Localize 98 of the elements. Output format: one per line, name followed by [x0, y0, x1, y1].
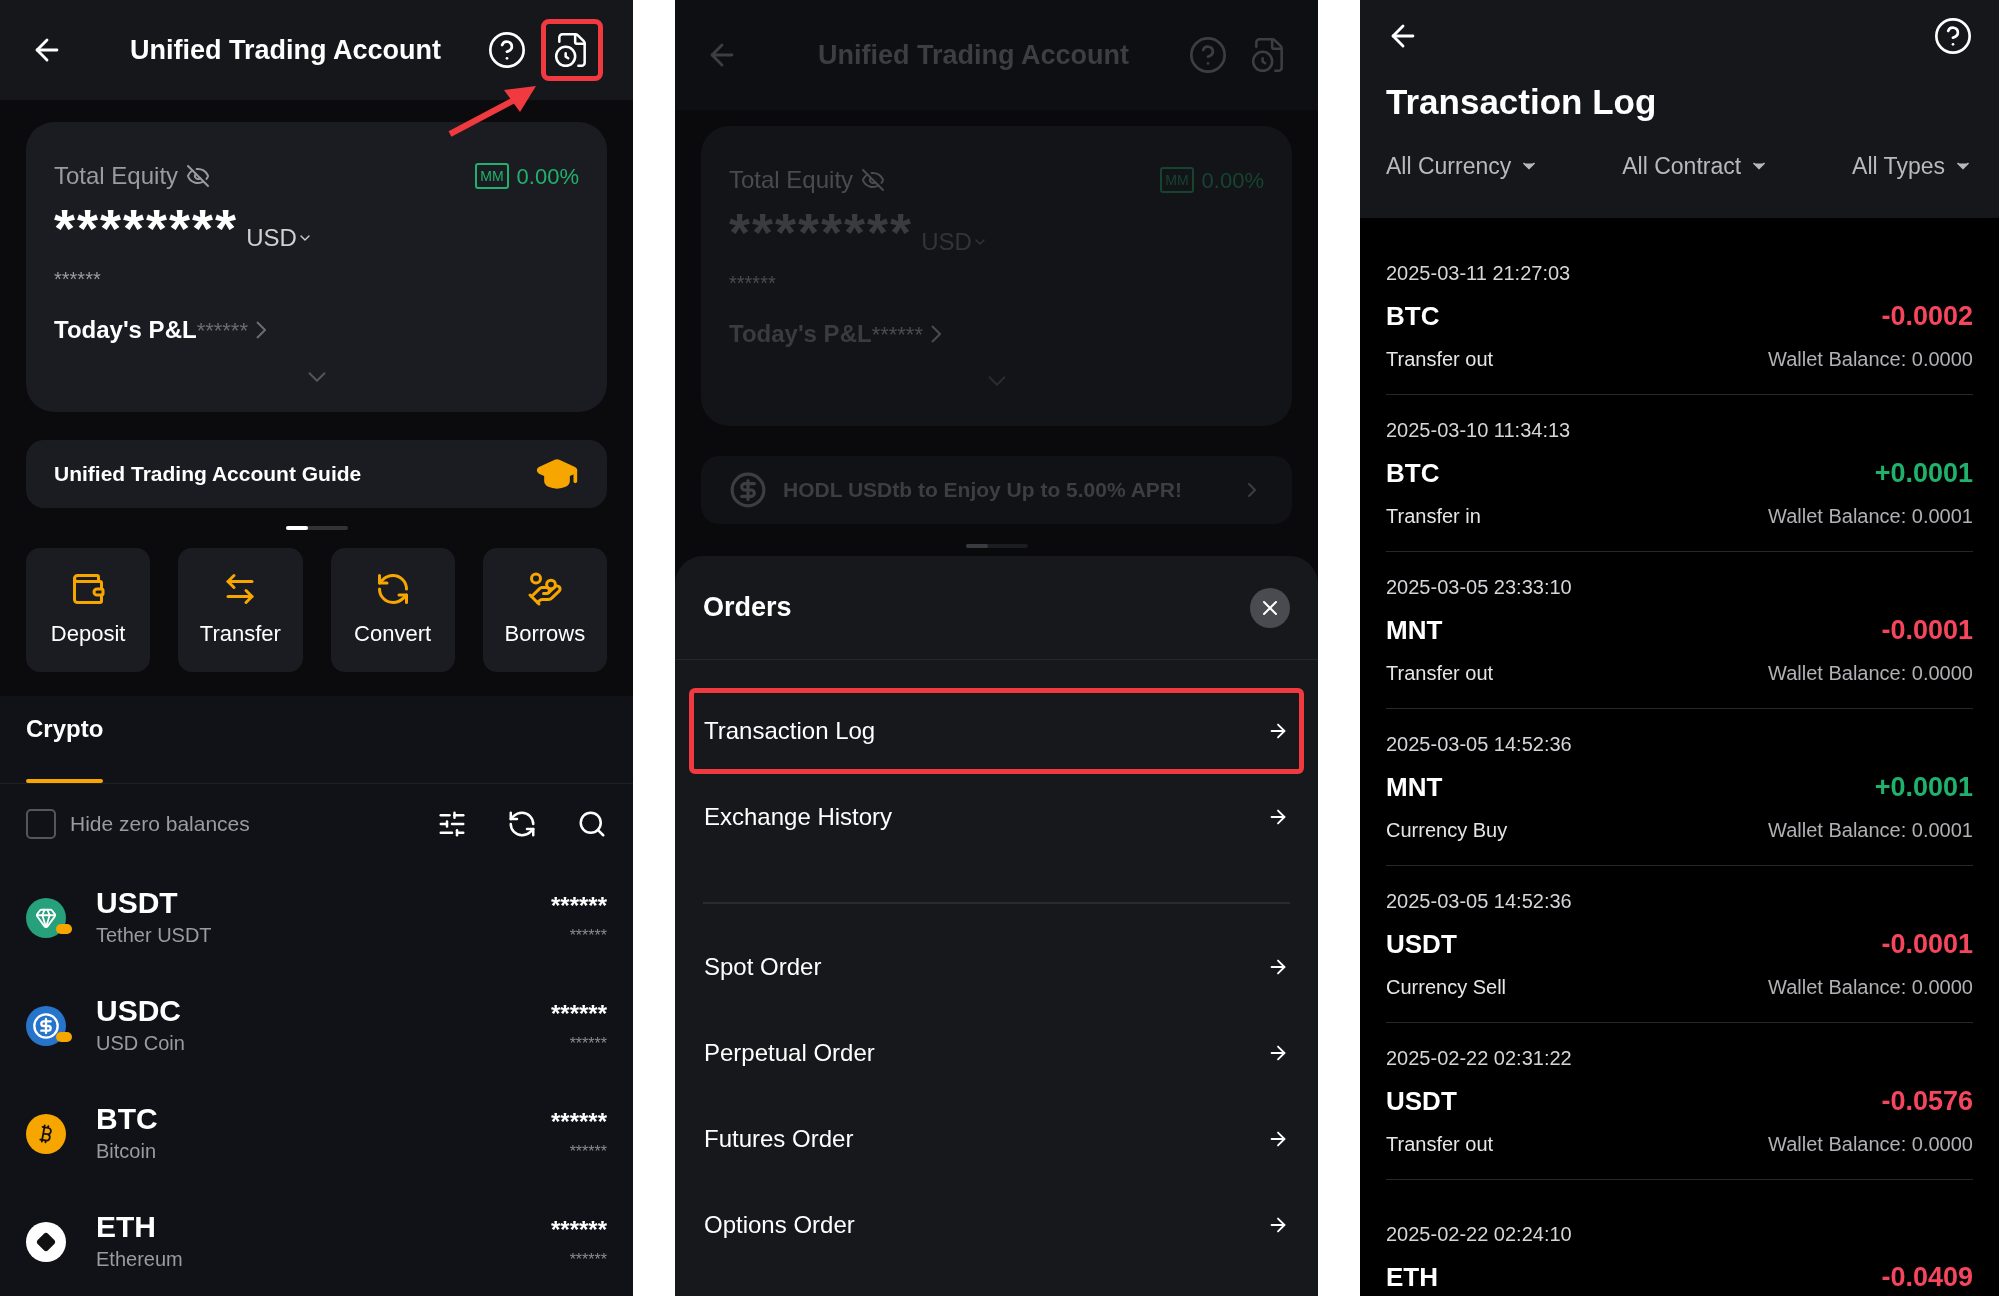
amount: -0.0409 — [1881, 1260, 1973, 1294]
action-button[interactable]: Deposit — [26, 548, 151, 672]
masked-value: ****** — [569, 1034, 607, 1054]
sheet-title: Orders — [703, 591, 792, 625]
checkbox[interactable] — [26, 809, 56, 839]
masked-value: ****** — [569, 1250, 607, 1270]
filter-dropdown[interactable]: All Types — [1852, 148, 1973, 183]
masked-pnl: ****** — [196, 316, 248, 345]
hidden-eye-icon[interactable] — [186, 164, 211, 188]
masked-balance: ******** — [54, 200, 239, 256]
close-button[interactable] — [1250, 587, 1290, 628]
mm-rate: 0.00% — [516, 162, 579, 191]
coin-symbol: MNT — [1386, 770, 1443, 804]
timestamp: 2025-03-11 21:27:03 — [1386, 260, 1572, 286]
timestamp: 2025-03-05 14:52:36 — [1386, 888, 1573, 914]
wallet-balance: Wallet Balance: 0.0000 — [1768, 661, 1973, 687]
masked-amount: ****** — [550, 1215, 607, 1245]
masked-amount: ****** — [550, 999, 607, 1029]
screen-title: Unified Trading Account — [129, 33, 442, 67]
coin-symbol: USDC — [96, 994, 182, 1028]
chevron-right-icon — [256, 321, 266, 339]
carousel-indicator — [285, 526, 348, 530]
transaction-type: Transfer in — [1386, 504, 1481, 530]
timestamp: 2025-03-05 23:33:10 — [1386, 574, 1573, 600]
coin-symbol: BTC — [1386, 299, 1440, 333]
search-icon[interactable] — [577, 809, 607, 839]
hide-zero-label[interactable]: Hide zero balances — [70, 808, 423, 840]
coin-symbol: BTC — [96, 1102, 159, 1136]
masked-pnl: ****** — [871, 320, 923, 349]
menu-item[interactable]: Perpetual Order — [689, 1010, 1304, 1096]
transaction-type: Transfer out — [1386, 1132, 1494, 1158]
menu-item[interactable]: Spot Order — [689, 924, 1304, 1010]
coin-symbol: BTC — [1386, 456, 1440, 490]
carousel-indicator — [965, 544, 1028, 548]
sliders-icon[interactable] — [437, 809, 467, 839]
action-button[interactable]: Transfer — [178, 548, 303, 672]
highlight-frame[interactable] — [541, 19, 603, 81]
coin-symbol: USDT — [1386, 927, 1457, 961]
pnl-label[interactable]: Today's P&L — [54, 312, 197, 348]
coin-name: Ethereum — [96, 1247, 184, 1272]
total-equity-label: Total Equity — [729, 165, 854, 195]
wallet-balance: Wallet Balance: 0.0000 — [1768, 975, 1973, 1001]
coin-symbol: MNT — [1386, 613, 1443, 647]
coin-name: USD Coin — [96, 1031, 186, 1056]
amount: -0.0001 — [1881, 613, 1973, 647]
menu-item[interactable]: Exchange History — [689, 774, 1304, 860]
menu-item[interactable]: Transaction Log — [689, 688, 1304, 774]
action-button[interactable]: Convert — [330, 548, 455, 672]
amount: +0.0001 — [1874, 770, 1973, 804]
amount: -0.0002 — [1881, 299, 1973, 333]
coin-symbol: USDT — [1386, 1084, 1457, 1118]
total-equity-label: Total Equity — [54, 161, 179, 191]
action-icon — [526, 570, 563, 607]
mm-badge: MM — [475, 163, 509, 189]
amount: -0.0576 — [1881, 1084, 1973, 1118]
transaction-type: Transfer out — [1386, 661, 1494, 687]
coin-symbol: ETH — [1386, 1260, 1438, 1294]
coin-symbol: USDT — [96, 886, 179, 920]
transaction-type: Transfer out — [1386, 347, 1494, 373]
transaction-type: Currency Buy — [1386, 818, 1508, 844]
masked-sub-balance: ****** — [729, 271, 777, 296]
masked-amount: ****** — [550, 891, 607, 921]
timestamp: 2025-03-10 11:34:13 — [1386, 417, 1572, 443]
coin-symbol: ETH — [96, 1210, 157, 1244]
transaction-type: Currency Sell — [1386, 975, 1507, 1001]
amount: -0.0001 — [1881, 927, 1973, 961]
wallet-balance: Wallet Balance: 0.0000 — [1768, 1132, 1973, 1158]
filter-dropdown[interactable]: All Contract — [1622, 148, 1770, 183]
chevron-right-icon — [931, 325, 941, 343]
help-icon[interactable] — [1933, 16, 1973, 56]
timestamp: 2025-02-22 02:24:10 — [1386, 1221, 1573, 1247]
menu-item[interactable]: Futures Order — [689, 1096, 1304, 1182]
masked-amount: ****** — [550, 1107, 607, 1137]
masked-value: ****** — [569, 1142, 607, 1162]
guide-banner[interactable]: Unified Trading Account Guide — [26, 440, 607, 508]
timestamp: 2025-02-22 02:31:22 — [1386, 1045, 1573, 1071]
wallet-balance: Wallet Balance: 0.0001 — [1768, 504, 1973, 530]
refresh-icon[interactable] — [507, 809, 537, 839]
wallet-balance: Wallet Balance: 0.0000 — [1768, 347, 1973, 373]
filter-dropdown[interactable]: All Currency — [1386, 148, 1540, 183]
masked-sub-balance: ****** — [54, 267, 102, 292]
help-icon[interactable] — [487, 30, 527, 70]
coin-name: Bitcoin — [96, 1139, 158, 1164]
coin-name: Tether USDT — [96, 923, 213, 948]
masked-balance: ******** — [729, 204, 914, 260]
menu-item[interactable]: Options Order — [689, 1182, 1304, 1268]
help-icon — [1188, 35, 1228, 75]
tab[interactable]: Crypto — [26, 695, 104, 783]
guide-banner-text: Unified Trading Account Guide — [54, 461, 362, 488]
bitcoin-coin-icon — [26, 1114, 66, 1154]
amount: +0.0001 — [1874, 456, 1973, 490]
masked-value: ****** — [569, 926, 607, 946]
dollar-coin-icon — [729, 471, 767, 509]
timestamp: 2025-03-05 14:52:36 — [1386, 731, 1573, 757]
currency-selector[interactable]: USD — [246, 220, 313, 256]
screen-title: Transaction Log — [1386, 81, 1658, 123]
wallet-balance: Wallet Balance: 0.0001 — [1768, 818, 1973, 844]
action-button[interactable]: Borrows — [482, 548, 607, 672]
